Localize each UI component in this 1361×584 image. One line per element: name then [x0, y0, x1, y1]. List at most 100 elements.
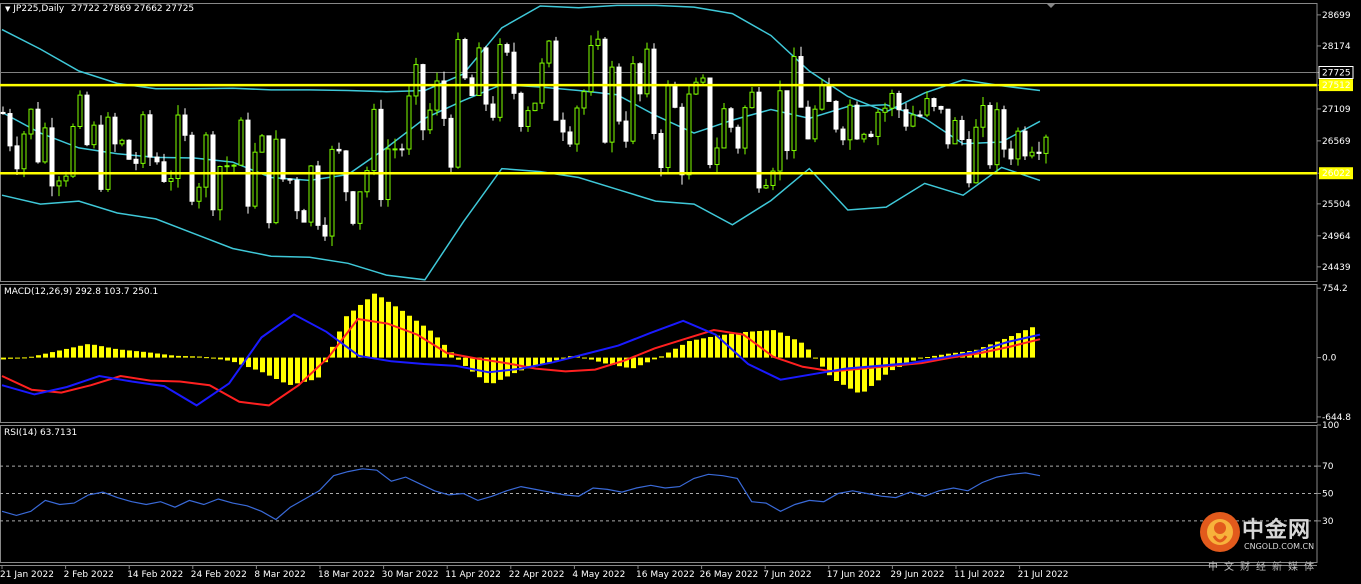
macd-histogram-bar	[876, 357, 881, 381]
candle-body	[728, 108, 734, 128]
candle-body	[763, 184, 769, 189]
watermark-sub: 中文财经新媒体	[1208, 562, 1320, 573]
candle-body	[273, 138, 279, 224]
candle-body	[56, 180, 62, 187]
macd-histogram-bar	[855, 357, 860, 393]
candle-body	[504, 44, 510, 53]
candle-body	[546, 40, 552, 64]
candle-body	[49, 127, 55, 187]
candle-body	[371, 108, 377, 172]
macd-histogram-bar	[71, 347, 76, 358]
candle-body	[259, 135, 265, 153]
candle-body	[42, 127, 48, 163]
rsi-tick-label: 70	[1322, 462, 1334, 472]
candle-body	[581, 91, 587, 109]
candle-body	[231, 164, 237, 167]
macd-histogram-bar	[155, 353, 160, 358]
macd-histogram-bar	[414, 320, 419, 358]
candle-body	[679, 106, 685, 176]
macd-histogram-bar	[652, 357, 657, 360]
date-tick-label: 8 Mar 2022	[254, 570, 305, 580]
candle-body	[427, 109, 433, 131]
price-tick-label: 27512	[1322, 81, 1351, 91]
macd-histogram-bar	[582, 357, 587, 359]
candle-body	[399, 148, 405, 151]
candle-body	[252, 151, 258, 207]
macd-histogram-bar	[659, 356, 664, 358]
candle-body	[441, 80, 447, 119]
candle-body	[931, 98, 937, 107]
macd-histogram-bar	[645, 357, 650, 363]
chart-canvas[interactable]: 28699 28174 27725 27512 27109 26569 26022 25504…	[0, 0, 1361, 584]
rsi-header: RSI(14) 63.7131	[4, 428, 78, 438]
candle-body	[959, 119, 965, 141]
macd-histogram-bar	[673, 348, 678, 358]
rsi-tick-label: 100	[1322, 421, 1339, 431]
candle-body	[665, 85, 671, 169]
macd-histogram-bar	[505, 357, 510, 377]
candle-body	[266, 135, 272, 224]
candle-body	[245, 119, 251, 207]
panel-frame-2	[0, 284, 1318, 423]
candle-body	[91, 124, 97, 146]
candle-body	[819, 84, 825, 110]
macd-histogram-bar	[169, 355, 174, 358]
macd-histogram-bar	[785, 335, 790, 358]
macd-histogram-bar	[477, 357, 482, 378]
macd-histogram-bar	[918, 357, 923, 359]
candle-body	[63, 175, 69, 182]
macd-histogram-bar	[820, 357, 825, 367]
cngold-logo-icon	[1200, 512, 1240, 552]
collapse-icon[interactable]: ▼	[5, 5, 10, 13]
candle-body	[238, 119, 244, 166]
candle-body	[791, 56, 797, 152]
candle-body	[868, 133, 874, 137]
macd-histogram-bar	[694, 339, 699, 358]
macd-histogram-bar	[127, 350, 132, 358]
candle-body	[658, 132, 664, 169]
price-tick-label: 27109	[1322, 105, 1351, 115]
macd-histogram-bar	[43, 353, 48, 358]
macd-histogram-bar	[57, 350, 62, 358]
macd-histogram-bar	[295, 357, 300, 384]
macd-histogram-bar	[547, 357, 552, 363]
macd-histogram-bar	[848, 357, 853, 389]
price-tick-label: 28174	[1322, 42, 1351, 52]
macd-histogram-bar	[78, 345, 83, 358]
candle-body	[826, 84, 832, 102]
macd-histogram-bar	[274, 357, 279, 380]
candle-body	[777, 90, 783, 172]
candle-body	[595, 38, 601, 46]
macd-histogram-bar	[197, 356, 202, 358]
candle-body	[735, 126, 741, 149]
bollinger-lower-line	[1, 166, 1041, 281]
candle-body	[518, 92, 524, 127]
candle-body	[945, 108, 951, 145]
candle-body	[854, 104, 860, 140]
candle-body	[980, 104, 986, 128]
candle-body	[357, 191, 363, 224]
candle-body	[1022, 130, 1028, 157]
candle-body	[476, 47, 482, 96]
macd-histogram-bar	[407, 315, 412, 358]
macd-histogram-bar	[36, 355, 41, 358]
candle-body	[455, 39, 461, 168]
macd-histogram-bar	[162, 354, 167, 358]
macd-tick-label: 0.0	[1322, 354, 1337, 364]
candle-body	[847, 104, 853, 141]
candle-body	[168, 178, 174, 182]
candle-body	[1043, 136, 1049, 154]
macd-histogram-bar	[596, 357, 601, 362]
macd-histogram-bar	[92, 344, 97, 358]
macd-histogram-bar	[813, 357, 818, 359]
macd-histogram-bar	[1, 357, 6, 360]
macd-histogram-bar	[281, 357, 286, 383]
candle-body	[175, 114, 181, 180]
candle-body	[378, 108, 384, 201]
candle-body	[896, 92, 902, 111]
macd-histogram-bar	[750, 331, 755, 358]
date-tick-label: 16 May 2022	[636, 570, 695, 580]
macd-histogram-bar	[106, 347, 111, 358]
candle-body	[805, 106, 811, 140]
price-tick-label: 27725	[1322, 69, 1351, 79]
